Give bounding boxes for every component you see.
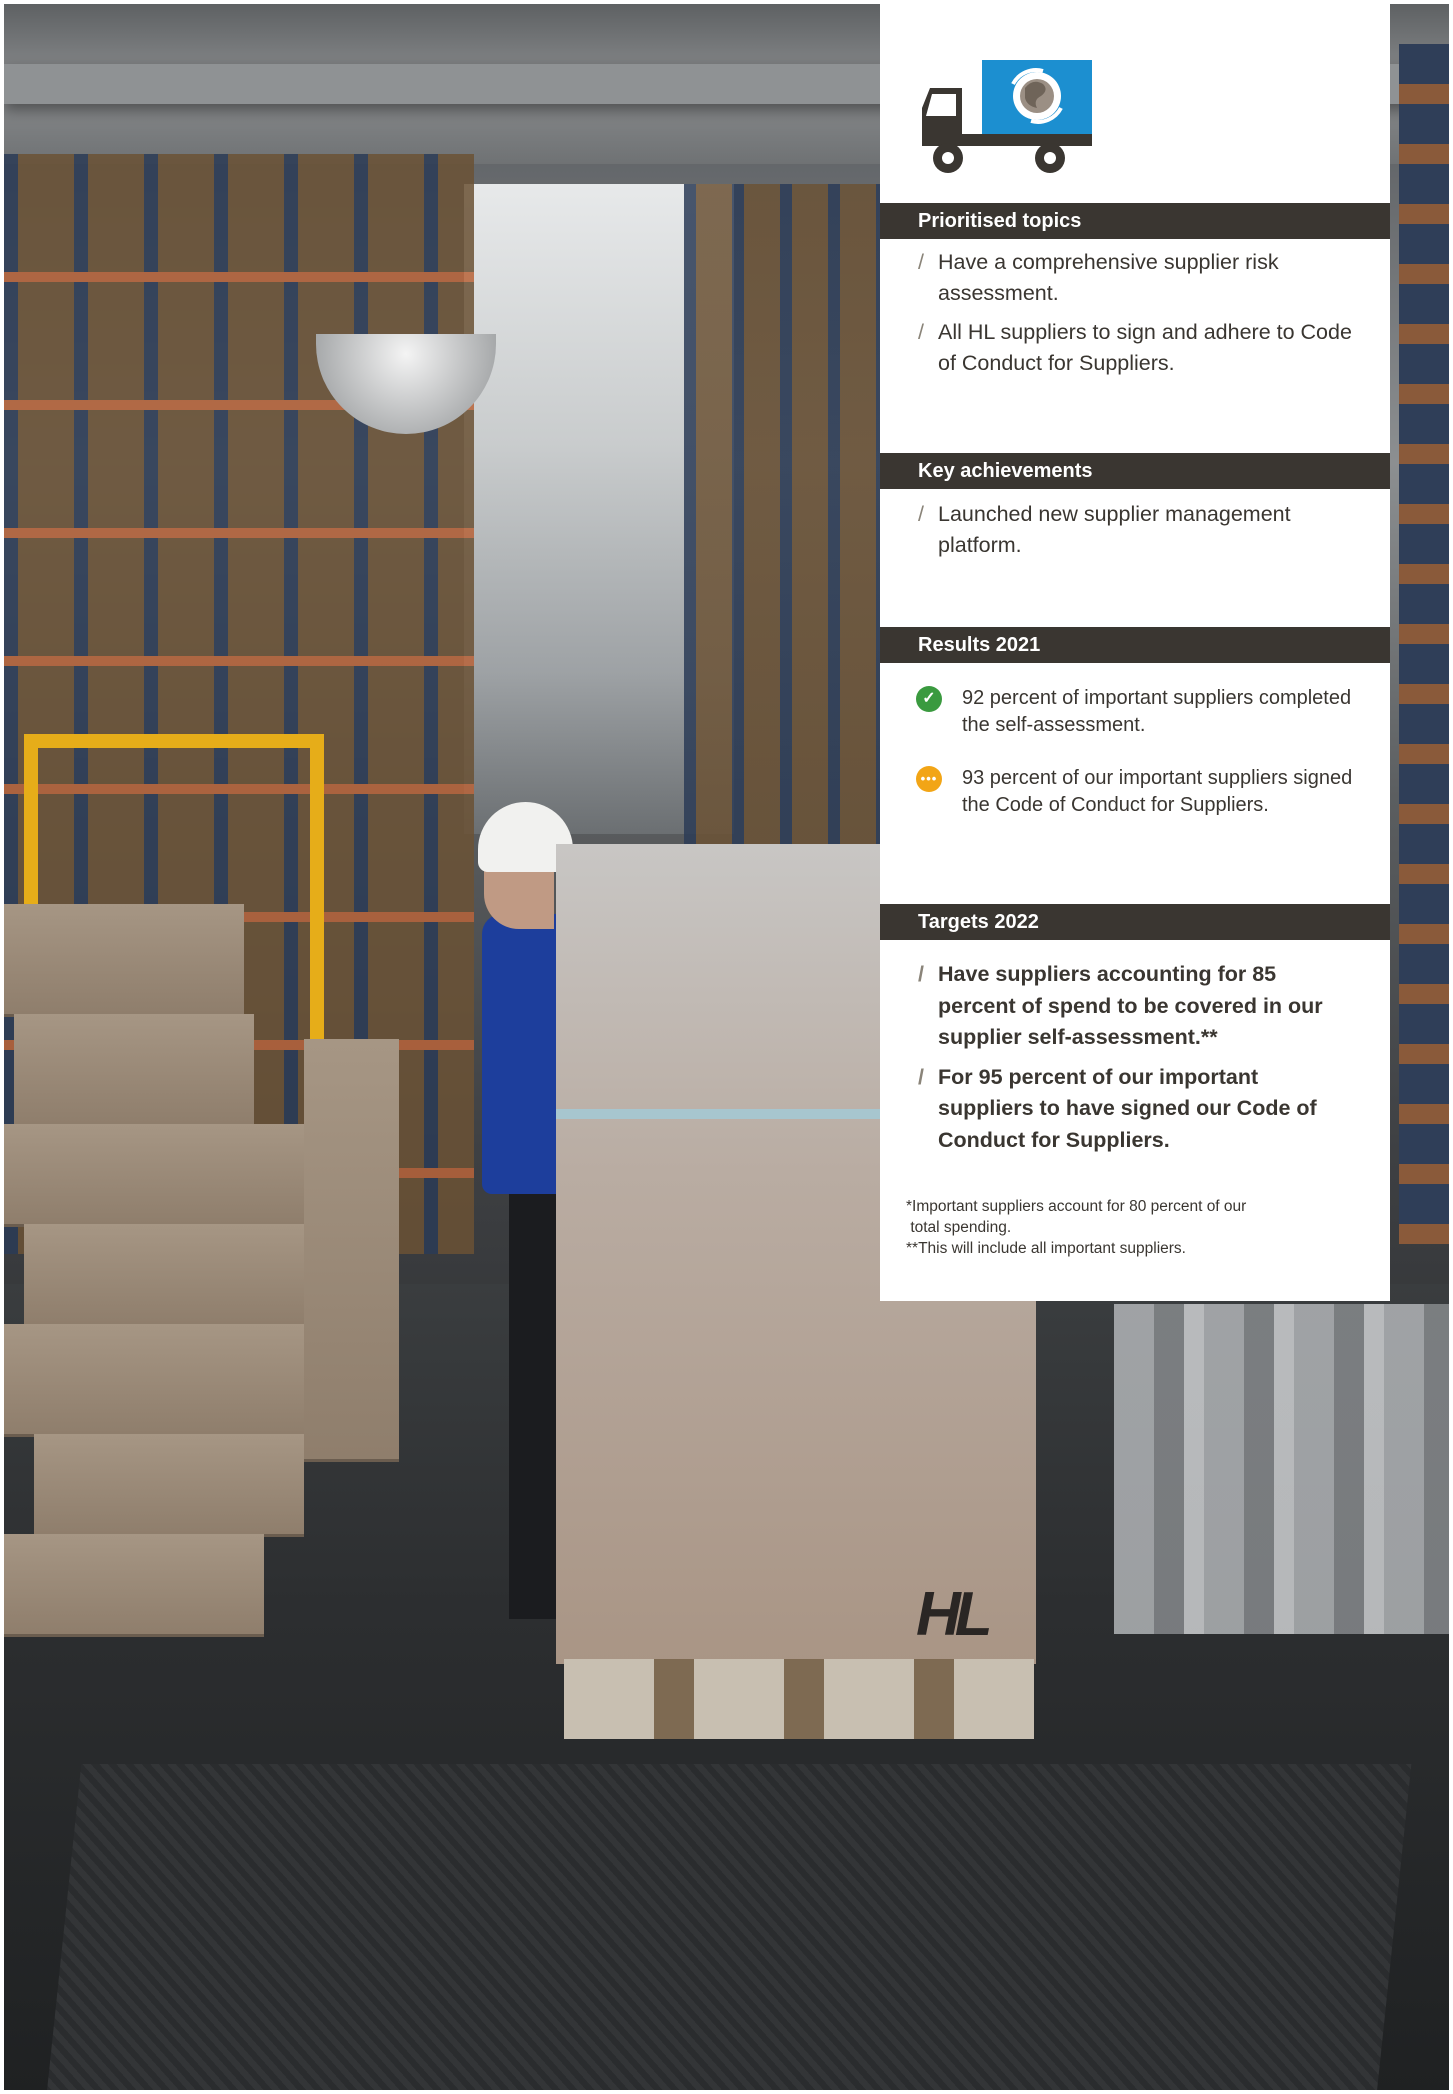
- key-achievements-heading: Key achievements: [880, 453, 1390, 489]
- footnote: *Important suppliers account for 80 perc…: [906, 1198, 1247, 1236]
- cardboard-box: [24, 1224, 304, 1327]
- list-item-text: For 95 percent of our important supplier…: [938, 1064, 1317, 1152]
- right-pallet-rack: [684, 184, 884, 884]
- cardboard-box: [14, 1014, 254, 1127]
- worker-blue-jacket: [482, 914, 557, 1194]
- targets-2022-list: / Have suppliers accounting for 85 perce…: [918, 959, 1358, 1164]
- far-right-rack: [1399, 44, 1449, 1244]
- wrapped-pallets: [1114, 1304, 1449, 1634]
- result-row: ✓ 92 percent of important suppliers comp…: [916, 685, 1356, 738]
- slash-bullet-icon: /: [918, 320, 924, 344]
- result-text: 92 percent of important suppliers comple…: [962, 687, 1352, 736]
- hl-logo-on-box: HL: [916, 1580, 993, 1649]
- prioritised-topics-list: / Have a comprehensive supplier risk ass…: [918, 247, 1358, 387]
- wooden-pallet: [564, 1659, 1034, 1739]
- result-text: 93 percent of our important suppliers si…: [962, 767, 1353, 816]
- key-achievements-list: / Launched new supplier management platf…: [918, 499, 1358, 569]
- prioritised-topics-heading: Prioritised topics: [880, 203, 1390, 239]
- ellipsis-icon: •••: [916, 766, 942, 792]
- slash-bullet-icon: /: [918, 250, 924, 274]
- supplier-truck-globe-icon: [922, 60, 1092, 173]
- list-item: / Launched new supplier management platf…: [918, 499, 1358, 561]
- list-item: / All HL suppliers to sign and adhere to…: [918, 317, 1358, 379]
- targets-2022-heading: Targets 2022: [880, 904, 1390, 940]
- cardboard-box: [34, 1434, 304, 1537]
- slash-bullet-icon: /: [918, 502, 924, 526]
- dock-leveler-plate: [46, 1764, 1412, 2090]
- list-item: / Have suppliers accounting for 85 perce…: [918, 959, 1358, 1054]
- footnotes: *Important suppliers account for 80 perc…: [906, 1196, 1346, 1259]
- box-tape-strip: [556, 1109, 886, 1119]
- list-item: / Have a comprehensive supplier risk ass…: [918, 247, 1358, 309]
- list-item: / For 95 percent of our important suppli…: [918, 1062, 1358, 1157]
- worker-legs: [509, 1189, 559, 1619]
- results-2021-heading: Results 2021: [880, 627, 1390, 663]
- cardboard-box: [4, 904, 244, 1017]
- cardboard-box: [4, 1534, 264, 1637]
- check-icon: ✓: [916, 686, 942, 712]
- slash-bullet-icon: /: [918, 1064, 924, 1089]
- list-item-text: Have a comprehensive supplier risk asses…: [938, 250, 1279, 305]
- cardboard-box: [4, 1324, 304, 1437]
- list-item-text: Launched new supplier management platfor…: [938, 502, 1291, 557]
- result-row: ••• 93 percent of our important supplier…: [916, 765, 1356, 818]
- slash-bullet-icon: /: [918, 962, 924, 986]
- cardboard-box: [4, 1124, 304, 1227]
- results-2021-list: ✓ 92 percent of important suppliers comp…: [916, 685, 1356, 818]
- cardboard-box: [304, 1039, 399, 1462]
- list-item-text: Have suppliers accounting for 85 percent…: [938, 962, 1323, 1049]
- footnote: **This will include all important suppli…: [906, 1240, 1186, 1257]
- supplier-info-panel: Prioritised topics / Have a comprehensiv…: [880, 4, 1390, 1301]
- list-item-text: All HL suppliers to sign and adhere to C…: [938, 320, 1352, 375]
